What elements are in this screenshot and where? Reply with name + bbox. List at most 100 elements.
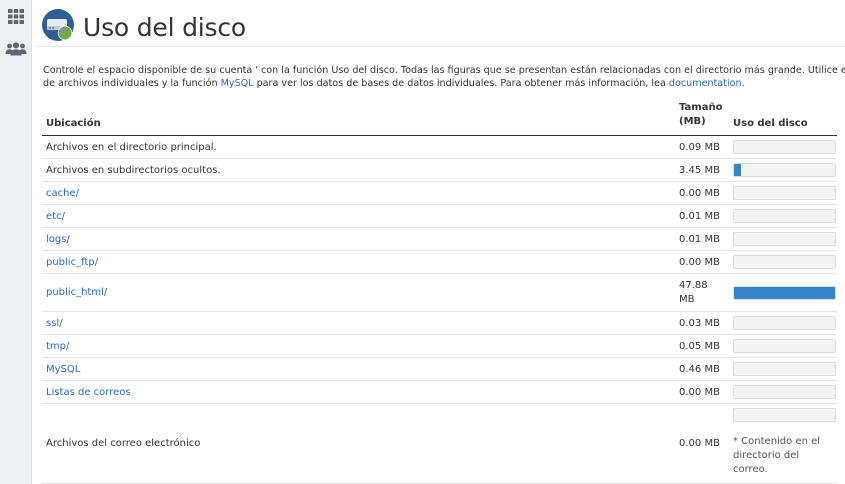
size-value: 3.45 MB — [679, 164, 720, 176]
page-description: Controle el espacio disponible de su cue… — [43, 64, 845, 90]
usage-cell — [729, 136, 837, 159]
location-cell: cache/ — [42, 182, 679, 205]
size-header-line-2: (MB) — [679, 116, 706, 127]
usage-bar — [733, 316, 836, 330]
page-header: Uso del disco — [41, 9, 246, 45]
table-row: ssl/0.03 MB — [42, 312, 837, 335]
disk-usage-table: Ubicación Tamaño (MB) Uso del disco Archi… — [42, 101, 837, 484]
size-cell: 3.45 MB — [679, 159, 729, 182]
usage-cell — [729, 358, 837, 381]
table-row: Archivos del correo electrónico 0.00 MB * … — [42, 404, 837, 484]
size-cell: 0.46 MB — [679, 358, 729, 381]
size-cell: 47.88 MB — [679, 274, 729, 312]
usage-cell — [729, 205, 837, 228]
location-column-header[interactable]: Ubicación — [42, 101, 679, 136]
size-cell: 0.01 MB — [679, 205, 729, 228]
usage-cell — [729, 381, 837, 404]
size-value: 0.01 MB — [679, 233, 720, 245]
usage-bar — [733, 385, 836, 399]
table-header-row: Ubicación Tamaño (MB) Uso del disco — [42, 101, 837, 136]
usage-cell — [729, 228, 837, 251]
description-text-b: para ver los datos de bases de datos ind… — [253, 78, 669, 89]
size-header-line-1: Tamaño — [679, 102, 723, 113]
size-value: 47.88 — [679, 279, 708, 291]
size-value: 0.01 MB — [679, 210, 720, 222]
location-cell: Archivos en el directorio principal. — [42, 136, 679, 159]
usage-note: * Contenido en el directorio del correo. — [733, 436, 821, 475]
usage-bar — [733, 232, 836, 246]
mysql-link[interactable]: MySQL — [221, 78, 254, 89]
disk-usage-icon — [41, 8, 75, 46]
table-row: Archivos en subdirectorios ocultos. 3.45 … — [42, 159, 837, 182]
location-label: Archivos en el directorio principal. — [46, 141, 217, 153]
size-column-header[interactable]: Tamaño (MB) — [679, 101, 729, 136]
usage-bar — [733, 163, 836, 177]
usage-bar — [733, 285, 836, 300]
usage-bar-fill — [734, 164, 742, 176]
usage-bar-fill — [734, 286, 835, 299]
location-link[interactable]: public_html/ — [46, 287, 107, 298]
location-link[interactable]: Listas de correos — [46, 387, 131, 398]
usage-column-header: Uso del disco — [733, 118, 808, 129]
usage-cell: * Contenido en el directorio del correo. — [729, 404, 837, 484]
usage-bar — [733, 408, 836, 422]
grid-icon[interactable] — [0, 4, 31, 28]
location-link[interactable]: tmp/ — [46, 341, 69, 352]
usage-bar — [733, 186, 836, 200]
location-label: Archivos del correo electrónico — [46, 438, 201, 449]
location-link[interactable]: logs/ — [46, 234, 70, 245]
location-link[interactable]: MySQL — [46, 364, 80, 375]
size-unit: MB — [679, 293, 695, 305]
table-row: public_ftp/0.00 MB — [42, 251, 837, 274]
usage-bar — [733, 362, 836, 376]
description-text-c: . — [741, 78, 745, 89]
table-row: logs/0.01 MB — [42, 228, 837, 251]
size-value: 0.00 MB — [679, 438, 720, 449]
table-row: public_html/47.88 MB — [42, 274, 837, 312]
description-text-a: de archivos individuales y la función — [43, 78, 221, 89]
location-label: Archivos en subdirectorios ocultos. — [46, 164, 221, 176]
location-cell: logs/ — [42, 228, 679, 251]
size-cell: 0.03 MB — [679, 312, 729, 335]
size-value: 0.05 MB — [679, 340, 720, 352]
usage-bar — [733, 140, 836, 154]
size-cell: 0.00 MB — [679, 251, 729, 274]
table-row: Listas de correos 0.00 MB — [42, 381, 837, 404]
location-link[interactable]: ssl/ — [46, 318, 63, 329]
size-cell: 0.05 MB — [679, 335, 729, 358]
location-link[interactable]: cache/ — [46, 188, 79, 199]
size-cell: 0.00 MB — [679, 182, 729, 205]
size-value: 0.00 MB — [679, 256, 720, 268]
location-cell: MySQL — [42, 358, 679, 381]
size-value: 0.00 MB — [679, 187, 720, 199]
usage-bar — [733, 339, 836, 353]
size-cell: 0.01 MB — [679, 228, 729, 251]
table-row: tmp/0.05 MB — [42, 335, 837, 358]
table-row: Archivos en el directorio principal. 0.09… — [42, 136, 837, 159]
usage-cell — [729, 274, 837, 312]
users-icon[interactable] — [0, 37, 31, 61]
table-row: MySQL 0.46 MB — [42, 358, 837, 381]
size-value: 0.03 MB — [679, 317, 720, 329]
description-line-1: Controle el espacio disponible de su cue… — [43, 65, 845, 76]
sidebar — [0, 0, 32, 484]
page-title: Uso del disco — [83, 12, 246, 42]
location-link[interactable]: public_ftp/ — [46, 257, 98, 268]
size-cell: 0.09 MB — [679, 136, 729, 159]
size-value: 0.09 MB — [679, 141, 720, 153]
table-row: cache/0.00 MB — [42, 182, 837, 205]
location-cell: Archivos en subdirectorios ocultos. — [42, 159, 679, 182]
size-value: 0.46 MB — [679, 363, 720, 375]
location-cell: Listas de correos — [42, 381, 679, 404]
description-line-2: de archivos individuales y la función My… — [43, 77, 845, 90]
size-cell: 0.00 MB — [679, 381, 729, 404]
usage-cell — [729, 182, 837, 205]
documentation-link[interactable]: documentation — [669, 78, 742, 89]
header-divider — [37, 46, 845, 47]
location-cell: ssl/ — [42, 312, 679, 335]
location-cell: tmp/ — [42, 335, 679, 358]
location-cell: public_html/ — [42, 274, 679, 312]
location-cell: public_ftp/ — [42, 251, 679, 274]
usage-bar — [733, 209, 836, 223]
location-link[interactable]: etc/ — [46, 211, 65, 222]
